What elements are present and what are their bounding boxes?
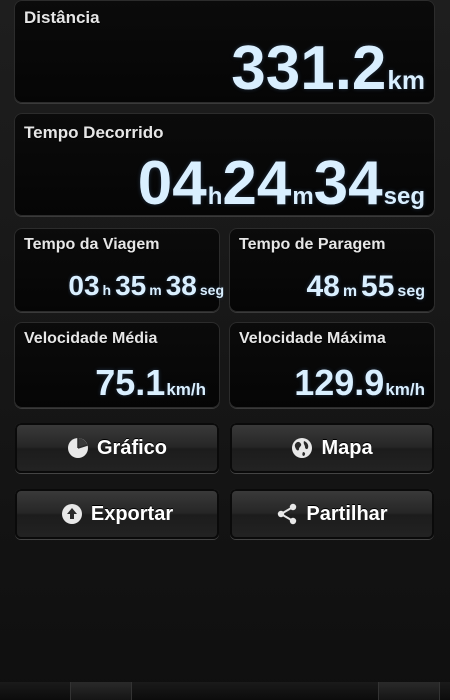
distance-value: 331.2km bbox=[231, 33, 425, 104]
share-button-label: Partilhar bbox=[306, 502, 388, 525]
tab-stub[interactable] bbox=[378, 682, 440, 700]
trip-minutes-unit: m bbox=[149, 282, 162, 298]
elapsed-seconds-unit: seg bbox=[383, 183, 425, 210]
trip-hours: 03 bbox=[68, 270, 100, 301]
trip-time-value: 03 h 35 m 38 seg bbox=[68, 270, 224, 302]
max-speed-value: 129.9km/h bbox=[294, 362, 425, 404]
stop-time-label: Tempo de Paragem bbox=[239, 236, 386, 253]
trip-time-label: Tempo da Viagem bbox=[24, 236, 160, 253]
max-speed-panel: Velocidade Máxima 129.9km/h bbox=[229, 322, 435, 408]
trip-time-panel: Tempo da Viagem 03 h 35 m 38 seg bbox=[14, 228, 224, 312]
elapsed-time-value: 04h24m34seg bbox=[138, 148, 425, 219]
distance-unit: km bbox=[387, 65, 425, 95]
trip-hours-unit: h bbox=[102, 282, 112, 298]
chart-button-label: Gráfico bbox=[96, 436, 168, 459]
stop-time-panel: Tempo de Paragem 48 m 55 seg bbox=[229, 228, 435, 312]
elapsed-hours-unit: h bbox=[207, 183, 223, 210]
distance-label: Distância bbox=[24, 8, 100, 27]
pie-chart-icon bbox=[67, 438, 88, 458]
avg-speed-label: Velocidade Média bbox=[24, 330, 158, 347]
stop-seconds: 55 bbox=[361, 270, 395, 303]
map-button[interactable]: Mapa bbox=[230, 423, 434, 473]
trip-seconds-unit: seg bbox=[199, 282, 224, 298]
chart-button[interactable]: Gráfico bbox=[15, 423, 219, 473]
upload-icon bbox=[61, 504, 82, 524]
elapsed-hours: 04 bbox=[137, 149, 207, 218]
export-button-label: Exportar bbox=[90, 502, 174, 525]
max-speed-number: 129.9 bbox=[294, 362, 385, 403]
trip-seconds: 38 bbox=[165, 270, 197, 301]
stop-time-value: 48 m 55 seg bbox=[306, 270, 425, 304]
elapsed-time-label: Tempo Decorrido bbox=[24, 123, 164, 142]
stop-minutes: 48 bbox=[306, 270, 340, 303]
max-speed-unit: km/h bbox=[385, 380, 425, 399]
stop-seconds-unit: seg bbox=[397, 283, 425, 300]
stop-minutes-unit: m bbox=[342, 283, 358, 300]
avg-speed-number: 75.1 bbox=[95, 362, 166, 403]
export-button[interactable]: Exportar bbox=[15, 489, 219, 539]
avg-speed-value: 75.1km/h bbox=[95, 362, 206, 404]
elapsed-minutes: 24 bbox=[222, 149, 292, 218]
tab-stub[interactable] bbox=[70, 682, 132, 700]
distance-number: 331.2 bbox=[231, 34, 387, 103]
elapsed-time-panel: Tempo Decorrido 04h24m34seg bbox=[14, 113, 435, 219]
map-button-label: Mapa bbox=[321, 436, 373, 459]
globe-icon bbox=[292, 438, 313, 458]
elapsed-seconds: 34 bbox=[313, 149, 383, 218]
bottom-tab-bar bbox=[0, 682, 450, 700]
max-speed-label: Velocidade Máxima bbox=[239, 330, 386, 347]
share-button[interactable]: Partilhar bbox=[230, 489, 434, 539]
avg-speed-unit: km/h bbox=[166, 380, 206, 399]
trip-minutes: 35 bbox=[115, 270, 147, 301]
avg-speed-panel: Velocidade Média 75.1km/h bbox=[14, 322, 220, 408]
share-icon bbox=[278, 503, 297, 525]
distance-panel: Distância 331.2km bbox=[14, 0, 435, 103]
elapsed-minutes-unit: m bbox=[292, 183, 314, 210]
